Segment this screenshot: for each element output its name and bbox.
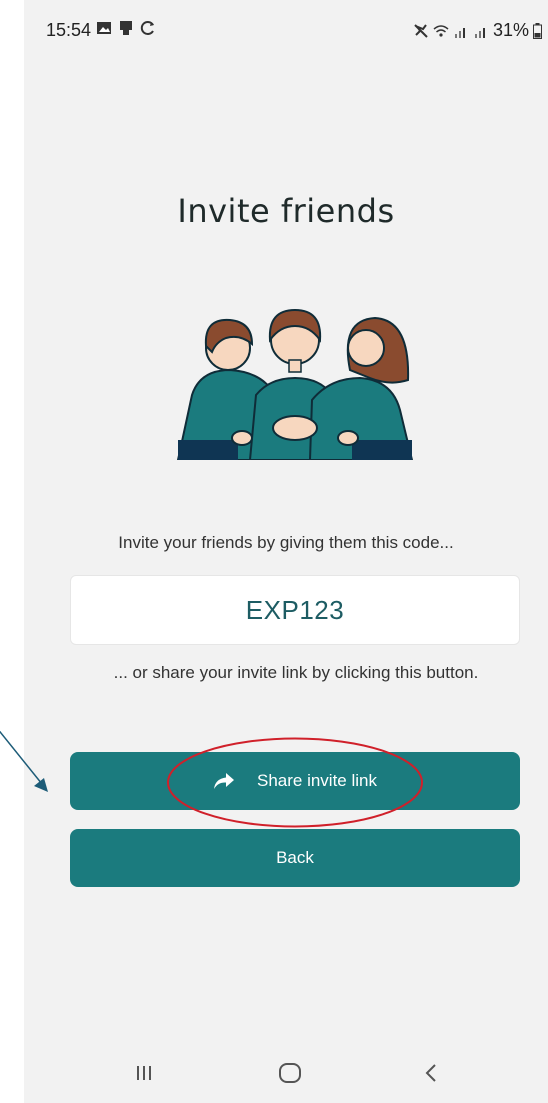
signal-icon	[454, 27, 465, 38]
status-left-icons	[96, 20, 156, 36]
navigation-bar	[24, 1050, 548, 1103]
battery-icon	[533, 22, 542, 39]
screen-cast-icon	[120, 21, 132, 35]
sync-icon	[140, 21, 154, 35]
wifi-icon	[433, 24, 449, 37]
mute-icon	[414, 23, 428, 38]
invite-prompt: Invite your friends by giving them this …	[118, 533, 454, 552]
share-arrow-icon	[213, 772, 235, 790]
status-time: 15:54	[46, 20, 92, 40]
share-hint: ... or share your invite link by clickin…	[113, 663, 479, 682]
gallery-icon	[97, 22, 111, 34]
status-right: 31%	[413, 20, 542, 41]
status-bar: 15:54 31%	[24, 0, 548, 56]
battery-percent: 31%	[492, 20, 529, 40]
back-button[interactable]: Back	[70, 829, 520, 887]
home-icon[interactable]	[278, 1062, 302, 1084]
page-title: Invite friends	[177, 192, 395, 230]
friends-illustration	[176, 308, 414, 460]
invite-code: EXP123	[245, 594, 345, 625]
back-label: Back	[276, 848, 314, 867]
share-invite-link-button[interactable]: Share invite link	[70, 752, 520, 810]
back-icon[interactable]	[422, 1062, 440, 1084]
recent-apps-icon[interactable]	[134, 1062, 154, 1084]
signal-icon	[474, 27, 485, 38]
share-invite-link-label: Share invite link	[256, 771, 377, 790]
phone-screen: 15:54 31% Invite friends Invite your fri…	[24, 0, 548, 1103]
invite-code-field[interactable]: EXP123	[70, 575, 520, 645]
